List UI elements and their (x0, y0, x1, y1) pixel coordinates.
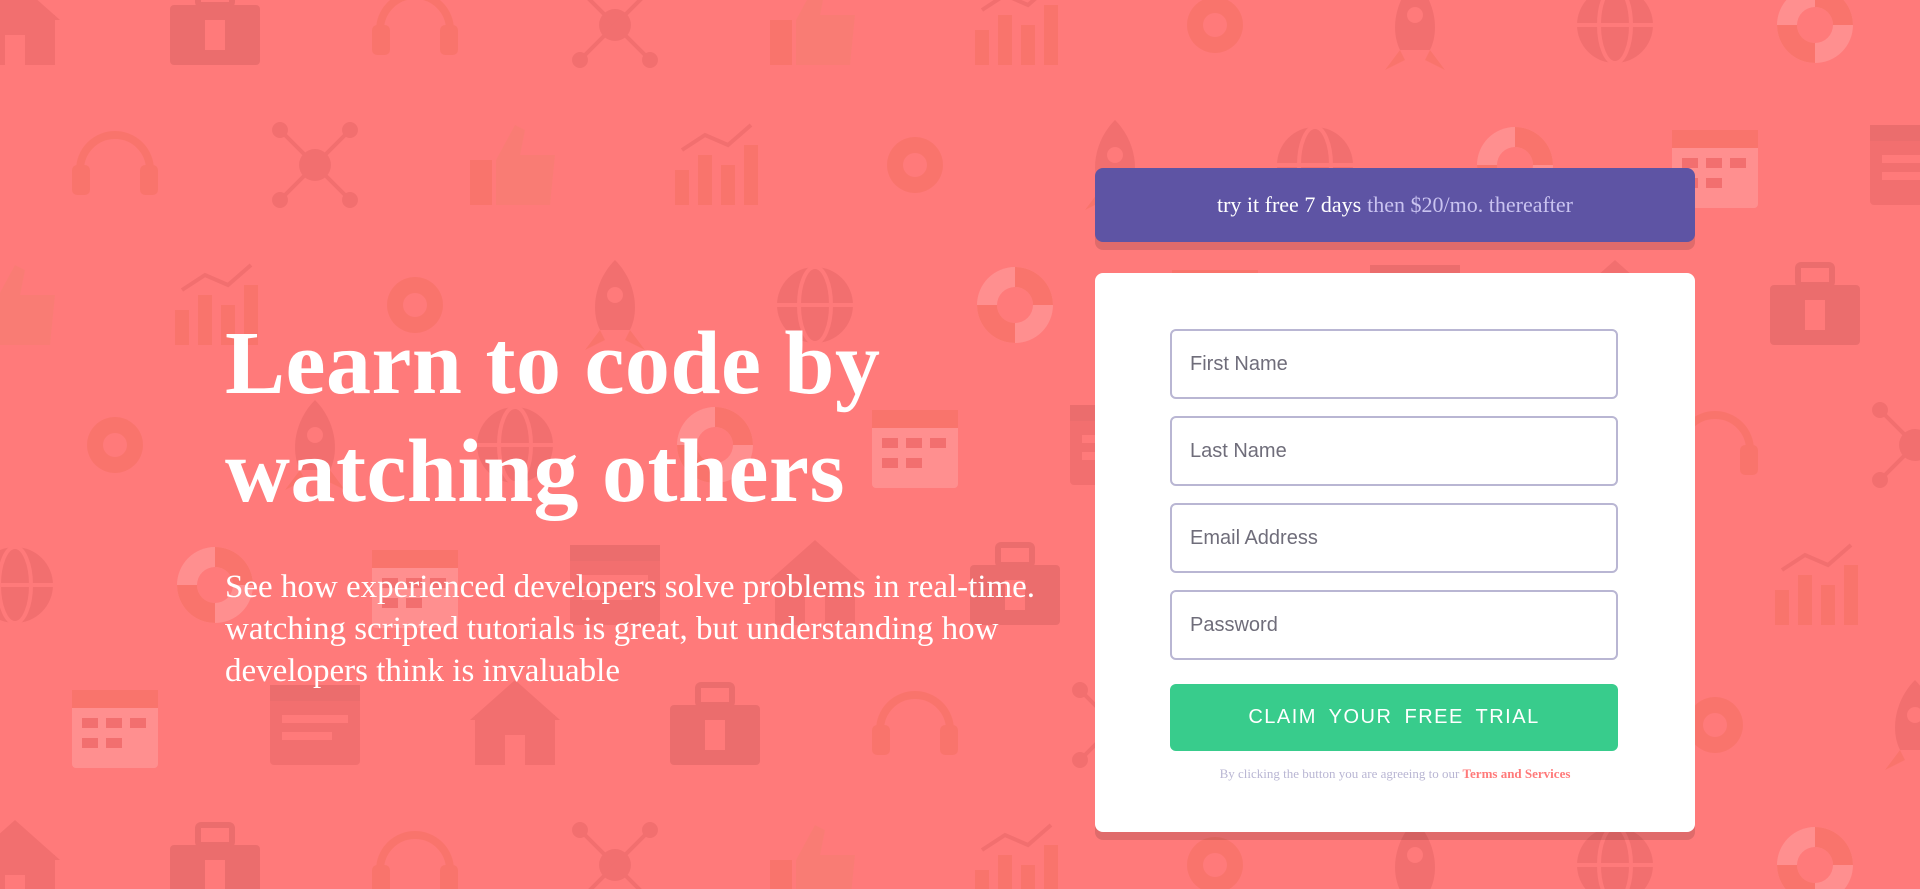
globe-icon (1560, 0, 1670, 80)
network-icon (1860, 390, 1920, 500)
gear-icon (1160, 0, 1270, 80)
house-icon (0, 0, 70, 80)
thumbs-up-icon (760, 0, 870, 80)
terms-notice: By clicking the button you are agreeing … (1095, 766, 1695, 782)
headset-icon (360, 810, 470, 889)
headset-icon (360, 0, 470, 80)
network-icon (260, 110, 370, 220)
last-name-field[interactable] (1170, 416, 1618, 486)
network-icon (560, 0, 670, 80)
promo-strong-text: try it free 7 days (1216, 192, 1362, 217)
globe-icon (0, 530, 70, 640)
rocket-icon (1360, 0, 1470, 80)
network-icon (560, 810, 670, 889)
hero-heading-line1: Learn to code by (225, 314, 881, 413)
headset-icon (60, 110, 170, 220)
rocket-icon (1860, 670, 1920, 780)
thumbs-up-icon (0, 250, 70, 360)
chart-icon (960, 810, 1070, 889)
toolbox-icon (1760, 250, 1870, 360)
password-field[interactable] (1170, 590, 1618, 660)
lifebuoy-icon (1760, 0, 1870, 80)
toolbox-icon (160, 0, 270, 80)
toolbox-icon (160, 810, 270, 889)
promo-rest-text: then $20/mo. thereafter (1367, 192, 1574, 217)
first-name-field[interactable] (1170, 329, 1618, 399)
thumbs-up-icon (760, 810, 870, 889)
signup-form: CLAIM YOUR FREE TRIAL By clicking the bu… (1095, 273, 1695, 832)
chart-icon (660, 110, 770, 220)
chart-icon (960, 0, 1070, 80)
gear-icon (860, 110, 970, 220)
email-field[interactable] (1170, 503, 1618, 573)
promo-banner: try it free 7 days then $20/mo. thereaft… (1095, 168, 1695, 242)
hero-description: See how experienced developers solve pro… (225, 569, 1036, 689)
thumbs-up-icon (460, 110, 570, 220)
terms-link[interactable]: Terms and Services (1463, 766, 1571, 781)
browser-window-icon (1860, 110, 1920, 220)
claim-trial-button[interactable]: CLAIM YOUR FREE TRIAL (1170, 684, 1618, 751)
house-icon (0, 810, 70, 889)
hero-heading-line2: watching others (225, 422, 845, 521)
gear-icon (60, 390, 170, 500)
lifebuoy-icon (1760, 810, 1870, 889)
hero-heading: Learn to code by watching others (225, 310, 1055, 526)
calendar-icon (60, 670, 170, 780)
chart-icon (1760, 530, 1870, 640)
terms-text: By clicking the button you are agreeing … (1219, 766, 1460, 781)
hero-section: Learn to code by watching others See how… (225, 310, 1055, 692)
